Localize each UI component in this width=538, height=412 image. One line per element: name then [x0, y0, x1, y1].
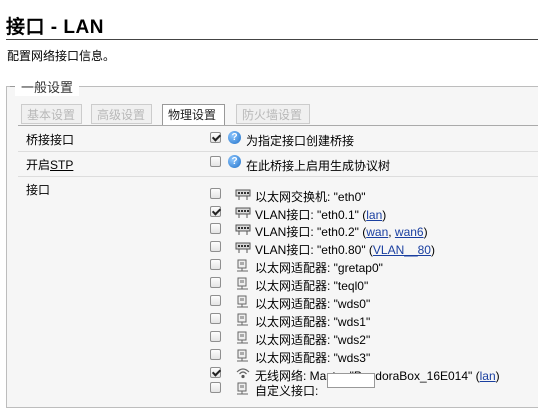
tab-physical[interactable]: 物理设置: [162, 104, 225, 126]
interface-checkbox[interactable]: [210, 241, 221, 252]
interface-name: VLAN接口: "eth0.2": [255, 225, 363, 239]
interface-checkbox[interactable]: [210, 259, 221, 270]
interface-name: VLAN接口: "eth0.80": [255, 243, 369, 257]
ethernet-icon: [235, 348, 251, 362]
tab-firewall[interactable]: 防火墙设置: [236, 104, 310, 124]
custom-interface-input[interactable]: [327, 373, 375, 388]
paren-close: ): [423, 225, 428, 239]
switch-icon: [235, 187, 251, 201]
interface-label: VLAN接口: "eth0.1" (lan): [255, 206, 386, 223]
interface-name: 以太网适配器: "wds0": [255, 297, 371, 311]
stp-label-abbr: STP: [50, 158, 74, 172]
interface-name: 以太网适配器: "wds1": [255, 315, 371, 329]
ethernet-icon: [235, 330, 251, 344]
interface-name: 以太网适配器: "teql0": [255, 279, 369, 293]
wifi-icon: [235, 366, 251, 380]
interface-name: 以太网适配器: "gretap0": [255, 261, 383, 275]
bridge-checkbox[interactable]: [210, 132, 221, 143]
interface-checkbox[interactable]: [210, 331, 221, 342]
switch-icon: [235, 205, 251, 219]
network-link[interactable]: wan6: [395, 225, 424, 239]
bridge-label: 桥接接口: [26, 133, 75, 147]
interface-name: 以太网适配器: "wds2": [255, 333, 371, 347]
section-legend: 一般设置: [15, 77, 80, 96]
network-link[interactable]: lan: [480, 369, 496, 383]
interface-name: 以太网交换机: "eth0": [255, 190, 366, 204]
interface-checkbox[interactable]: [210, 223, 221, 234]
interface-label: 以太网适配器: "wds0": [255, 295, 370, 312]
interface-checkbox[interactable]: [210, 277, 221, 288]
paren-close: ): [382, 208, 387, 222]
stp-label-prefix: 开启: [26, 158, 51, 172]
interfaces-label: 接口: [26, 183, 51, 197]
stp-hint: 在此桥接上启用生成协议树: [246, 159, 391, 173]
bridge-hint: 为指定接口创建桥接: [246, 134, 355, 148]
ethernet-icon: [235, 276, 251, 290]
interface-label: 以太网适配器: "gretap0": [255, 259, 383, 276]
interface-label: VLAN接口: "eth0.80" (VLAN__80): [255, 241, 435, 258]
interface-checkbox[interactable]: [210, 349, 221, 360]
network-link[interactable]: lan: [366, 208, 382, 222]
help-icon: ?: [228, 131, 241, 144]
interface-checkbox[interactable]: [210, 367, 221, 378]
interface-checkbox[interactable]: [210, 382, 221, 393]
interface-label: 以太网适配器: "wds3": [255, 349, 370, 366]
help-icon: ?: [228, 155, 241, 168]
network-link[interactable]: wan: [366, 225, 388, 239]
interface-checkbox[interactable]: [210, 206, 221, 217]
stp-checkbox[interactable]: [210, 156, 221, 167]
interface-label: 以太网交换机: "eth0": [255, 188, 366, 205]
page-description: 配置网络接口信息。: [7, 49, 116, 63]
interface-label: 以太网适配器: "teql0": [255, 277, 368, 294]
tab-basic[interactable]: 基本设置: [21, 104, 82, 124]
tab-baseline: [18, 125, 538, 126]
paren-close: ): [430, 243, 435, 257]
paren-close: ): [495, 369, 500, 383]
row-divider: [18, 176, 538, 177]
switch-icon: [235, 222, 251, 236]
interface-checkbox[interactable]: [210, 188, 221, 199]
interface-name: 自定义接口:: [255, 384, 319, 398]
interface-label: VLAN接口: "eth0.2" (wan, wan6): [255, 225, 428, 239]
interface-name: 以太网适配器: "wds3": [255, 351, 371, 365]
page-title: 接口 - LAN: [6, 17, 104, 38]
network-link[interactable]: VLAN__80: [373, 243, 431, 257]
stp-label: 开启STP: [26, 156, 73, 173]
ethernet-icon: [235, 381, 251, 395]
interface-checkbox[interactable]: [210, 313, 221, 324]
interface-label: 以太网适配器: "wds1": [255, 313, 370, 330]
title-divider: [6, 39, 538, 40]
switch-icon: [235, 240, 251, 254]
ethernet-icon: [235, 258, 251, 272]
interface-label: 自定义接口:: [255, 382, 318, 399]
interface-checkbox[interactable]: [210, 295, 221, 306]
tab-advanced[interactable]: 高级设置: [91, 104, 152, 124]
ethernet-icon: [235, 294, 251, 308]
interface-label: 以太网适配器: "wds2": [255, 331, 370, 348]
interface-name: VLAN接口: "eth0.1": [255, 208, 363, 222]
row-divider: [18, 151, 538, 152]
ethernet-icon: [235, 312, 251, 326]
